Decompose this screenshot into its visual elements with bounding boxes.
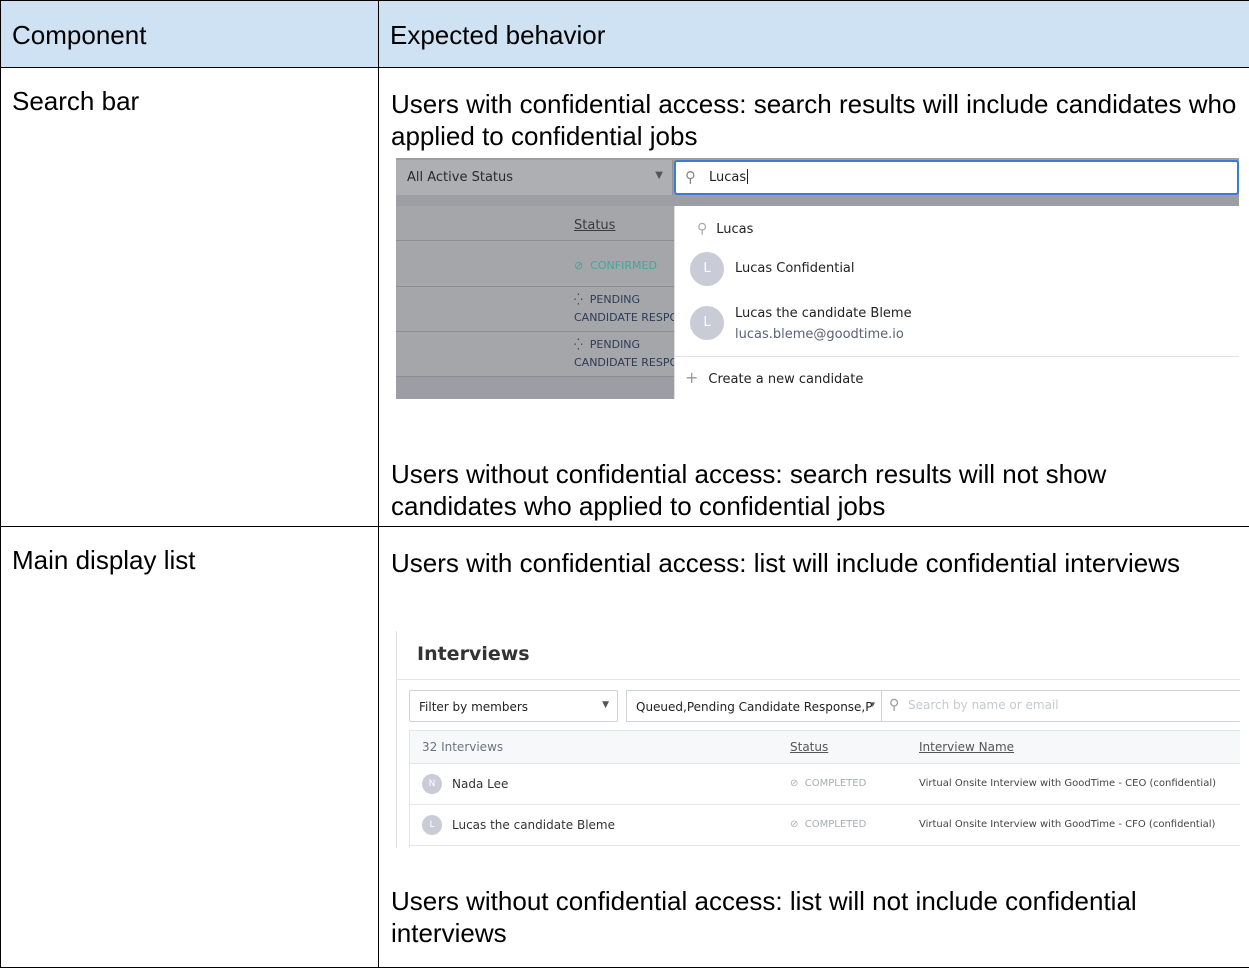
with-access-text: Users with confidential access: search r… <box>379 88 1249 152</box>
table-row: Search bar Users with confidential acces… <box>1 68 1249 527</box>
header-expected-behavior: Expected behavior <box>379 1 1249 68</box>
status-pending: ⁛ PENDING CANDIDATE RESPO <box>574 291 678 327</box>
search-results-dropdown: ⚲Lucas L Lucas Confidential L Lucas the … <box>674 206 1239 399</box>
spinner-icon: ⁛ <box>574 338 583 351</box>
status-badge: ⊘ COMPLETED <box>790 819 866 830</box>
search-icon: ⚲ <box>685 168 696 186</box>
interviews-table: 32 Interviews Status Interview Name N Na… <box>409 730 1240 848</box>
behavior-cell: Users with confidential access: list wil… <box>379 527 1249 968</box>
table-row[interactable]: L Lucas the candidate Bleme ⊘ COMPLETED … <box>410 805 1240 846</box>
component-cell: Search bar <box>1 68 379 527</box>
avatar: L <box>690 306 724 340</box>
result-name[interactable]: Lucas Confidential <box>735 261 855 276</box>
table-row: Main display list Users with confidentia… <box>1 527 1249 968</box>
result-name[interactable]: Lucas the candidate Bleme <box>735 306 912 321</box>
spinner-icon: ⁛ <box>574 293 583 306</box>
search-input[interactable] <box>908 698 1208 712</box>
header-row: Component Expected behavior <box>1 1 1249 68</box>
page-title: Interviews <box>417 643 530 665</box>
status-filter-value: All Active Status <box>407 170 513 185</box>
dropdown-search-query[interactable]: ⚲Lucas <box>697 221 753 237</box>
status-column-header[interactable]: Status <box>574 218 615 233</box>
create-candidate-option[interactable]: +Create a new candidate <box>685 368 863 387</box>
search-bar-screenshot: All Active Status ▼ ⚲ Lucas Status ⊘ CON… <box>396 158 1239 399</box>
chevron-down-icon: ▼ <box>655 170 663 181</box>
chevron-down-icon: ▼ <box>602 700 609 710</box>
interview-name: Virtual Onsite Interview with GoodTime -… <box>919 819 1215 830</box>
divider <box>396 376 674 377</box>
plus-icon: + <box>685 368 698 387</box>
header-component: Component <box>1 1 379 68</box>
divider <box>396 331 674 332</box>
interview-count: 32 Interviews <box>422 740 503 754</box>
avatar: L <box>422 815 442 835</box>
status-column-header[interactable]: Status <box>790 740 828 754</box>
divider <box>396 240 674 241</box>
check-circle-icon: ⊘ <box>790 819 798 830</box>
without-access-text: Users without confidential access: list … <box>379 885 1249 949</box>
table-row[interactable]: N Nada Lee ⊘ COMPLETED Virtual Onsite In… <box>410 764 1240 805</box>
component-cell: Main display list <box>1 527 379 968</box>
avatar: N <box>422 774 442 794</box>
component-name: Search bar <box>1 68 378 117</box>
status-filter-select[interactable]: Queued,Pending Candidate Response,P ▾ <box>626 690 882 722</box>
search-field: ⚲ <box>880 690 1240 722</box>
check-circle-icon: ⊘ <box>574 259 583 272</box>
requirements-table: Component Expected behavior Search bar U… <box>0 0 1249 968</box>
interview-name-column-header[interactable]: Interview Name <box>919 740 1014 754</box>
check-circle-icon: ⊘ <box>790 778 798 789</box>
interview-name: Virtual Onsite Interview with GoodTime -… <box>919 778 1216 789</box>
search-icon: ⚲ <box>697 221 707 237</box>
status-badge: ⊘ COMPLETED <box>790 778 866 789</box>
filter-members-select[interactable]: Filter by members ▼ <box>409 690 618 722</box>
status-filter-select[interactable]: All Active Status ▼ <box>396 160 673 195</box>
status-pending: ⁛ PENDING CANDIDATE RESPO <box>574 336 678 372</box>
chevron-down-icon: ▾ <box>870 700 875 710</box>
behavior-cell: Users with confidential access: search r… <box>379 68 1249 527</box>
search-input[interactable]: ⚲ Lucas <box>674 160 1239 195</box>
divider <box>675 356 1239 357</box>
text-caret <box>747 169 748 184</box>
table-header: 32 Interviews Status Interview Name <box>410 731 1240 764</box>
with-access-text: Users with confidential access: list wil… <box>379 547 1192 579</box>
search-icon: ⚲ <box>889 697 899 713</box>
without-access-text: Users without confidential access: searc… <box>379 458 1249 522</box>
component-name: Main display list <box>1 527 378 576</box>
candidate-name: Nada Lee <box>452 777 508 791</box>
divider <box>397 679 1240 680</box>
interviews-screenshot: Interviews Filter by members ▼ Queued,Pe… <box>396 631 1240 848</box>
search-value: Lucas <box>709 170 746 185</box>
candidate-name: Lucas the candidate Bleme <box>452 818 615 832</box>
avatar: L <box>690 252 724 286</box>
result-email: lucas.bleme@goodtime.io <box>735 327 904 342</box>
status-confirmed: ⊘ CONFIRMED <box>574 257 657 275</box>
divider <box>396 286 674 287</box>
